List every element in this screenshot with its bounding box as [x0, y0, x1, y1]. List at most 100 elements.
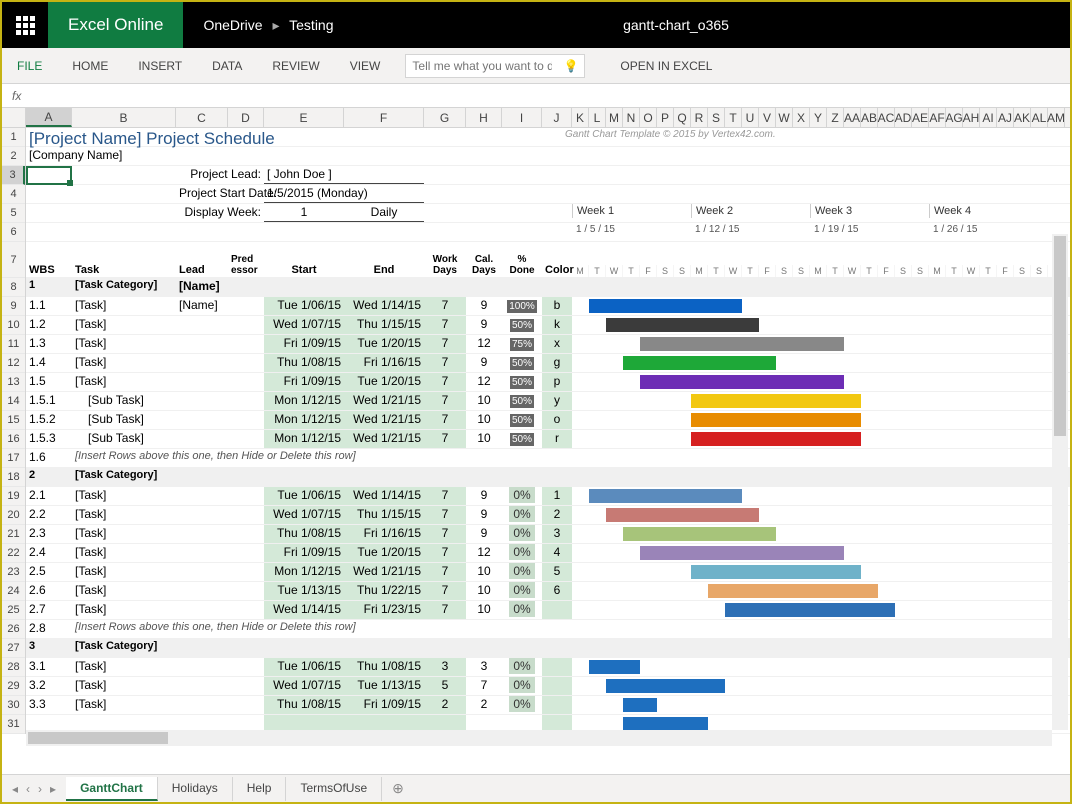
row-header-2[interactable]: 2 — [2, 147, 25, 166]
col-header-O[interactable]: O — [640, 108, 657, 127]
col-header-AD[interactable]: AD — [895, 108, 912, 127]
col-header-C[interactable]: C — [176, 108, 228, 127]
table-row[interactable]: 2.6[Task]Tue 1/13/15Thu 1/22/157100%6 — [26, 582, 1070, 601]
table-row[interactable]: 1.3[Task]Fri 1/09/15Tue 1/20/1571275%x — [26, 335, 1070, 354]
col-header-AA[interactable]: AA — [844, 108, 861, 127]
col-header-AG[interactable]: AG — [946, 108, 963, 127]
row-header-17[interactable]: 17 — [2, 449, 25, 468]
sheet-tab-holidays[interactable]: Holidays — [158, 777, 233, 801]
tab-file[interactable]: FILE — [2, 48, 57, 83]
row-header-23[interactable]: 23 — [2, 563, 25, 582]
row-header-16[interactable]: 16 — [2, 430, 25, 449]
col-header-AK[interactable]: AK — [1014, 108, 1031, 127]
col-header-AI[interactable]: AI — [980, 108, 997, 127]
table-row[interactable]: 3.2[Task]Wed 1/07/15Tue 1/13/15570% — [26, 677, 1070, 696]
table-row[interactable]: 2.5[Task]Mon 1/12/15Wed 1/21/157100%5 — [26, 563, 1070, 582]
table-row[interactable]: 1.6[Insert Rows above this one, then Hid… — [26, 449, 1070, 468]
row-header-27[interactable]: 27 — [2, 639, 25, 658]
tab-insert[interactable]: INSERT — [123, 48, 197, 83]
row-header-14[interactable]: 14 — [2, 392, 25, 411]
tab-view[interactable]: VIEW — [335, 48, 396, 83]
row-header-11[interactable]: 11 — [2, 335, 25, 354]
row-header-6[interactable]: 6 — [2, 223, 25, 242]
table-row[interactable]: 2.3[Task]Thu 1/08/15Fri 1/16/15790%3 — [26, 525, 1070, 544]
row-header-15[interactable]: 15 — [2, 411, 25, 430]
row-header-9[interactable]: 9 — [2, 297, 25, 316]
tab-review[interactable]: REVIEW — [257, 48, 334, 83]
table-row[interactable]: 2[Task Category] — [26, 468, 1070, 487]
sheet-nav-last-icon[interactable]: ▸ — [46, 782, 60, 796]
col-header-AC[interactable]: AC — [878, 108, 895, 127]
col-header-B[interactable]: B — [72, 108, 176, 127]
row-header-10[interactable]: 10 — [2, 316, 25, 335]
tab-home[interactable]: HOME — [57, 48, 123, 83]
row-header-3[interactable]: 3 — [2, 166, 25, 185]
cells-area[interactable]: [Project Name] Project ScheduleGantt Cha… — [26, 128, 1070, 734]
table-row[interactable]: 2.2[Task]Wed 1/07/15Thu 1/15/15790%2 — [26, 506, 1070, 525]
table-row[interactable]: 1[Task Category][Name] — [26, 278, 1070, 297]
row-header-4[interactable]: 4 — [2, 185, 25, 204]
sheet-tab-help[interactable]: Help — [233, 777, 287, 801]
col-header-Y[interactable]: Y — [810, 108, 827, 127]
row-header-1[interactable]: 1 — [2, 128, 25, 147]
open-in-excel-button[interactable]: OPEN IN EXCEL — [605, 48, 727, 83]
table-row[interactable]: 1.2[Task]Wed 1/07/15Thu 1/15/157950%k — [26, 316, 1070, 335]
col-header-F[interactable]: F — [344, 108, 424, 127]
table-row[interactable]: 2.8[Insert Rows above this one, then Hid… — [26, 620, 1070, 639]
col-header-AB[interactable]: AB — [861, 108, 878, 127]
table-row[interactable]: 2.4[Task]Fri 1/09/15Tue 1/20/157120%4 — [26, 544, 1070, 563]
col-header-L[interactable]: L — [589, 108, 606, 127]
row-header-13[interactable]: 13 — [2, 373, 25, 392]
col-header-X[interactable]: X — [793, 108, 810, 127]
col-header-AF[interactable]: AF — [929, 108, 946, 127]
col-header-K[interactable]: K — [572, 108, 589, 127]
tell-me-input[interactable] — [412, 59, 552, 73]
col-header-W[interactable]: W — [776, 108, 793, 127]
col-header-P[interactable]: P — [657, 108, 674, 127]
row-header-22[interactable]: 22 — [2, 544, 25, 563]
col-header-I[interactable]: I — [502, 108, 542, 127]
row-header-20[interactable]: 20 — [2, 506, 25, 525]
col-header-AM[interactable]: AM — [1048, 108, 1065, 127]
sheet-nav-prev-icon[interactable]: ‹ — [22, 782, 34, 796]
formula-bar[interactable]: fx — [2, 84, 1070, 108]
sheet-nav-first-icon[interactable]: ◂ — [8, 782, 22, 796]
table-row[interactable]: 1.4[Task]Thu 1/08/15Fri 1/16/157950%g — [26, 354, 1070, 373]
table-row[interactable]: 2.1[Task]Tue 1/06/15Wed 1/14/15790%1 — [26, 487, 1070, 506]
horizontal-scrollbar[interactable] — [26, 730, 1052, 746]
row-header-18[interactable]: 18 — [2, 468, 25, 487]
col-header-E[interactable]: E — [264, 108, 344, 127]
col-header-Q[interactable]: Q — [674, 108, 691, 127]
col-header-Z[interactable]: Z — [827, 108, 844, 127]
col-header-R[interactable]: R — [691, 108, 708, 127]
table-row[interactable]: 3.3[Task]Thu 1/08/15Fri 1/09/15220% — [26, 696, 1070, 715]
row-header-30[interactable]: 30 — [2, 696, 25, 715]
col-header-AJ[interactable]: AJ — [997, 108, 1014, 127]
col-header-M[interactable]: M — [606, 108, 623, 127]
col-header-T[interactable]: T — [725, 108, 742, 127]
col-header-U[interactable]: U — [742, 108, 759, 127]
row-header-5[interactable]: 5 — [2, 204, 25, 223]
row-header-29[interactable]: 29 — [2, 677, 25, 696]
row-header-7[interactable]: 7 — [2, 242, 25, 278]
row-header-31[interactable]: 31 — [2, 715, 25, 734]
col-header-AE[interactable]: AE — [912, 108, 929, 127]
col-header-A[interactable]: A — [26, 108, 72, 127]
table-row[interactable]: 1.1[Task][Name]Tue 1/06/15Wed 1/14/15791… — [26, 297, 1070, 316]
row-header-24[interactable]: 24 — [2, 582, 25, 601]
row-header-12[interactable]: 12 — [2, 354, 25, 373]
col-header-J[interactable]: J — [542, 108, 572, 127]
col-header-S[interactable]: S — [708, 108, 725, 127]
row-header-21[interactable]: 21 — [2, 525, 25, 544]
table-row[interactable]: 1.5[Task]Fri 1/09/15Tue 1/20/1571250%p — [26, 373, 1070, 392]
sheet-tab-ganttchart[interactable]: GanttChart — [66, 777, 158, 801]
tell-me-search[interactable]: 💡 — [405, 54, 585, 78]
row-header-26[interactable]: 26 — [2, 620, 25, 639]
sheet-tab-termsofuse[interactable]: TermsOfUse — [286, 777, 382, 801]
col-header-G[interactable]: G — [424, 108, 466, 127]
row-header-19[interactable]: 19 — [2, 487, 25, 506]
table-row[interactable]: 2.7[Task]Wed 1/14/15Fri 1/23/157100% — [26, 601, 1070, 620]
add-sheet-button[interactable]: ⊕ — [382, 780, 414, 797]
tab-data[interactable]: DATA — [197, 48, 257, 83]
table-row[interactable]: 3[Task Category] — [26, 639, 1070, 658]
